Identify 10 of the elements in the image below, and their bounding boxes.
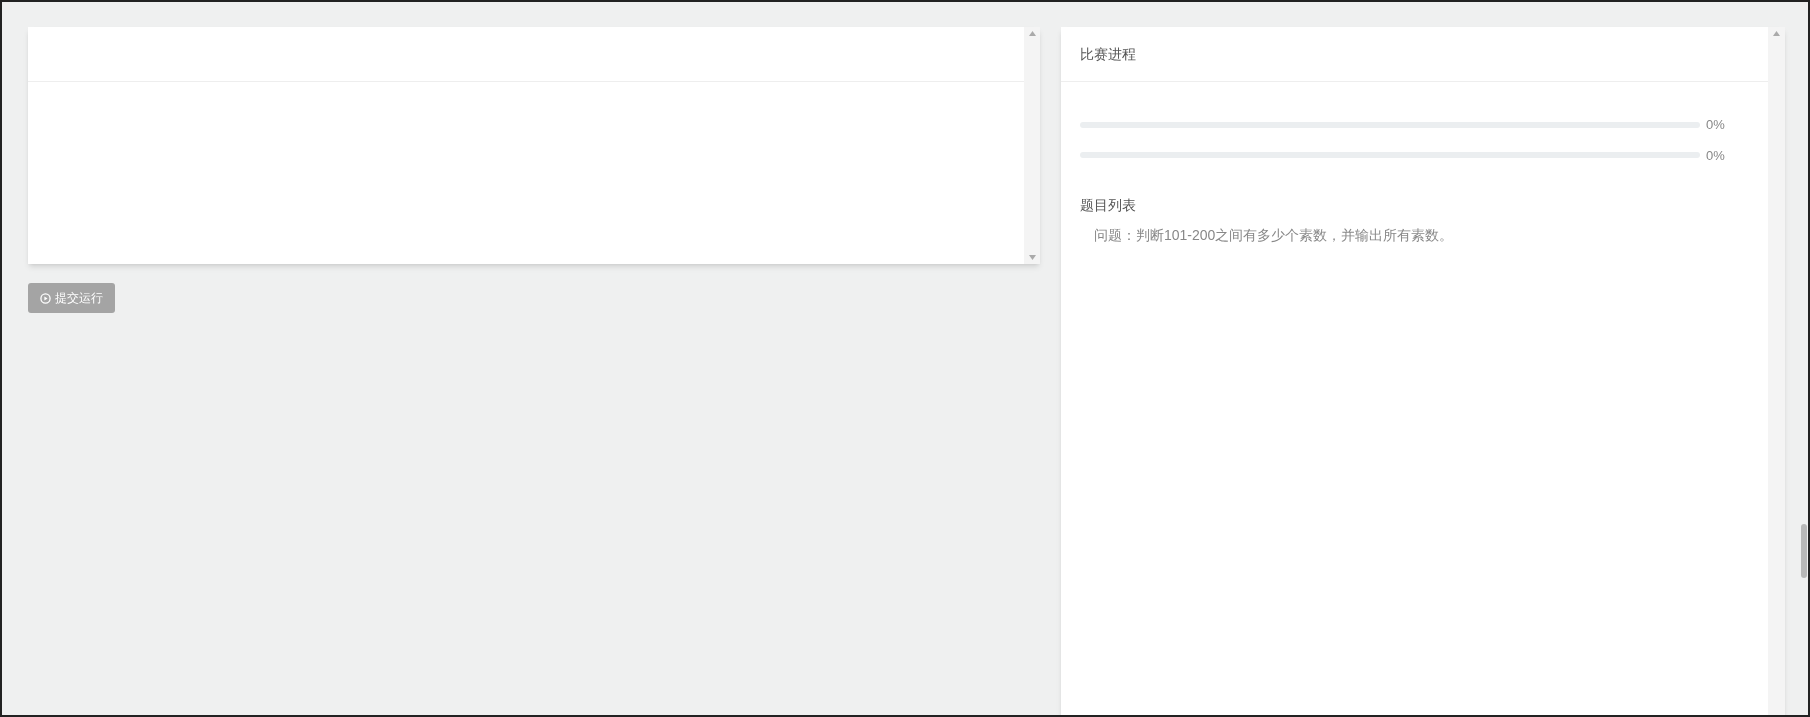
scrollbar-thumb[interactable] bbox=[1801, 524, 1807, 578]
scroll-up-icon[interactable] bbox=[1773, 31, 1780, 36]
scroll-up-icon[interactable] bbox=[1028, 31, 1036, 36]
scroll-down-icon[interactable] bbox=[1028, 255, 1036, 260]
list-title: 题目列表 bbox=[1079, 196, 1137, 215]
question-item[interactable]: 问题：判断101-200之间有多少个素数，并输出所有素数。 bbox=[1094, 225, 1454, 246]
play-circle-icon bbox=[40, 292, 51, 304]
progress-reading: 0% bbox=[1706, 146, 1725, 165]
panel-title: 比赛进程 bbox=[1080, 44, 1136, 64]
progress-reading: 0% bbox=[1706, 116, 1725, 134]
